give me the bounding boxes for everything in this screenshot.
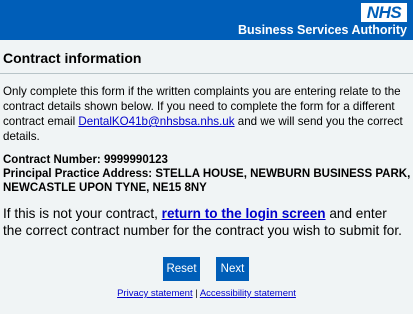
site-header: NHS Business Services Authority <box>0 0 413 40</box>
footer-separator: | <box>192 288 200 299</box>
intro-paragraph: Only complete this form if the written c… <box>3 84 409 144</box>
email-link[interactable]: DentalKO41b@nhsbsa.nhs.uk <box>78 115 234 128</box>
nhs-logo: NHS <box>361 3 407 22</box>
reset-button[interactable]: Reset <box>163 257 200 281</box>
privacy-statement-link[interactable]: Privacy statement <box>117 288 193 299</box>
practice-address: Principal Practice Address: STELLA HOUSE… <box>3 168 411 194</box>
next-button[interactable]: Next <box>216 257 249 281</box>
notice-text-start: If this is not your contract, <box>3 206 162 221</box>
accessibility-statement-link[interactable]: Accessibility statement <box>200 288 296 299</box>
contract-number: Contract Number: 9999990123 <box>3 154 168 166</box>
title-divider <box>0 73 413 74</box>
return-to-login-link[interactable]: return to the login screen <box>162 206 326 221</box>
organisation-name: Business Services Authority <box>237 23 407 37</box>
wrong-contract-notice: If this is not your contract, return to … <box>3 206 409 239</box>
page-title: Contract information <box>3 50 142 66</box>
main-content: Contract information Only complete this … <box>0 40 413 314</box>
footer-links: Privacy statement | Accessibility statem… <box>0 288 413 299</box>
contract-details: Contract Number: 9999990123 Principal Pr… <box>3 153 411 195</box>
